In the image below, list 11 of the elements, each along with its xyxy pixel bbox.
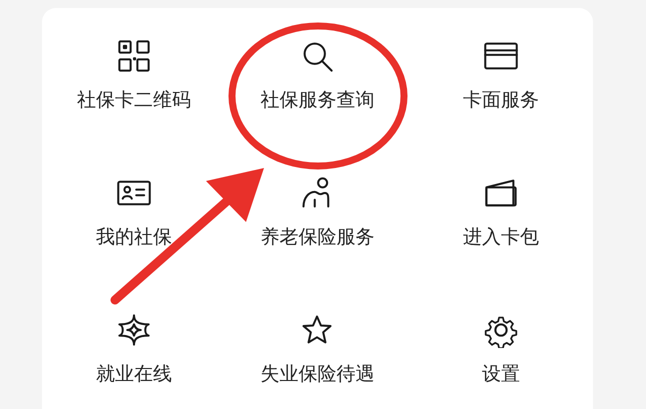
menu-item[interactable]: 养老保险服务 [260, 223, 374, 252]
menu-item[interactable]: 卡面服务 [463, 86, 540, 114]
qr-code-icon [116, 38, 152, 74]
star-burst-icon [116, 312, 152, 348]
menu-item[interactable]: 社保服务查询 [260, 86, 374, 114]
menu-item[interactable]: 我的社保 [96, 223, 172, 252]
menu-item[interactable]: 进入卡包 [463, 223, 540, 252]
menu-item[interactable]: 社保卡二维码 [76, 86, 191, 114]
menu-item[interactable]: 就业在线 [96, 360, 172, 388]
menu-item[interactable]: 失业保险待遇 [260, 360, 374, 388]
menu-item[interactable]: 设置 [482, 360, 520, 388]
